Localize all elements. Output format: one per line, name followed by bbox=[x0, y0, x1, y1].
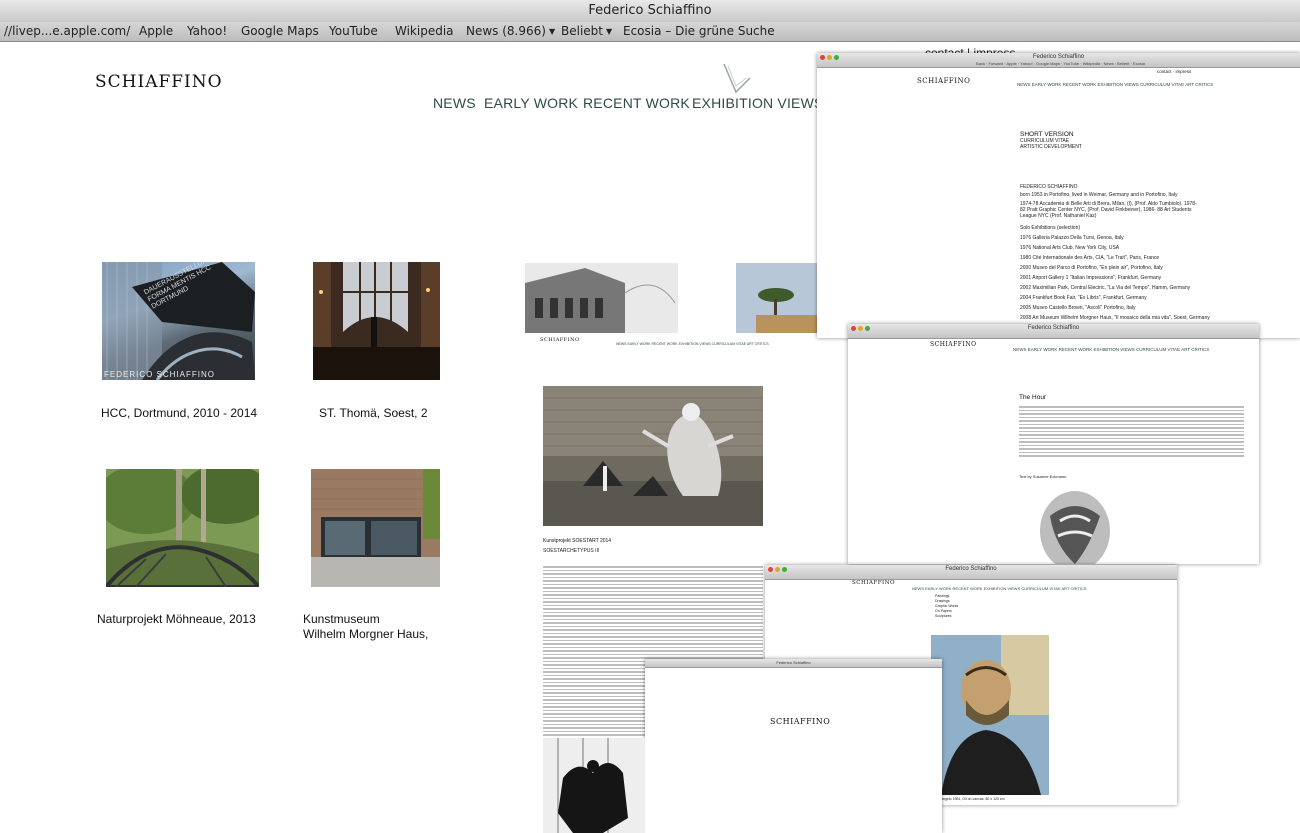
mini-window-title: Federico Schiaffino bbox=[945, 566, 997, 572]
mini-exhibition-item: 1980 Cité Internationale des Arts, CIA, … bbox=[1020, 255, 1160, 261]
mini-nav: NEWS EARLY WORK RECENT WORK EXHIBITION V… bbox=[616, 342, 769, 346]
mini-exhibition-item: 2005 Museo Castello Brown, "Ascoli" Port… bbox=[1020, 305, 1136, 311]
mini-logo: SCHIAFFINO bbox=[540, 337, 580, 343]
portrait-painting bbox=[931, 635, 1049, 795]
mini-logo: SCHIAFFINO bbox=[770, 717, 831, 726]
mini-soest-title: Kunstprojekt SOESTART 2014 bbox=[543, 538, 612, 544]
early-work-menu: Paintings Drawings Graphic Works On Pape… bbox=[935, 594, 958, 619]
bookmark-label: Wikipedia bbox=[395, 24, 454, 38]
nav-indicator-icon bbox=[723, 63, 751, 94]
mini-exhibition-item: 2004 Frankfurt Book Fair, "Ex Libris", F… bbox=[1020, 295, 1147, 301]
screenshot-curriculum-vitae: Federico Schiaffino Back · Forward · App… bbox=[817, 53, 1300, 338]
mini-soest-subtitle: SOESTARCHETYPUS III bbox=[543, 548, 600, 554]
bookmark-apple[interactable]: Apple bbox=[139, 23, 173, 40]
nav-news[interactable]: NEWS bbox=[433, 95, 476, 111]
mini-exhibition-item: 2000 Museo del Parco di Portofino, "En p… bbox=[1020, 265, 1163, 271]
nav-recent-work[interactable]: RECENT WORK bbox=[583, 95, 690, 111]
bookmark-google-maps[interactable]: Google Maps bbox=[241, 23, 319, 40]
mini-logo: SCHIAFFINO bbox=[852, 580, 896, 586]
mini-name: FEDERICO SCHIAFFINO bbox=[1020, 184, 1078, 190]
mini-exhibition-item: 1976 Galleria Palazzo Della Tursi, Genoa… bbox=[1020, 235, 1124, 241]
artwork-caption: Michelangelo 1981, Oil on canvas, 80 x 1… bbox=[931, 797, 1005, 801]
mini-bookmarks: Back · Forward · Apple · Yahoo! · Google… bbox=[976, 61, 1145, 66]
gallery-thumb-thomae[interactable] bbox=[313, 262, 440, 380]
gallery-caption-line2: Wilhelm Morgner Haus, bbox=[303, 627, 429, 641]
bookmark-label: Apple bbox=[139, 24, 174, 38]
mini-exhibition-item: 2002 Maximilian Park, Central Electric, … bbox=[1020, 285, 1191, 291]
window-title: Federico Schiaffino bbox=[588, 3, 712, 18]
gallery-caption[interactable]: Naturprojekt Möhneaue, 2013 bbox=[97, 612, 256, 626]
site-logo[interactable]: SCHIAFFINO bbox=[95, 72, 223, 92]
mini-nav: NEWS EARLY WORK RECENT WORK EXHIBITION V… bbox=[912, 586, 1087, 591]
body-text-lines bbox=[1019, 406, 1244, 459]
mini-solo-heading: Solo Exhibitions (selection) bbox=[1020, 225, 1081, 231]
mini-heading: SHORT VERSION bbox=[1020, 131, 1074, 138]
nature-project-photo bbox=[106, 469, 259, 587]
bookmark-beliebt[interactable]: Beliebt ▼ bbox=[561, 23, 612, 40]
mini-education: 1974-78 Accademia di Belle Arti di Brera… bbox=[1020, 201, 1197, 219]
mini-window-chrome: Federico Schiaffino bbox=[765, 565, 1177, 580]
dark-sculpture-photo bbox=[543, 738, 645, 833]
bookmark-news[interactable]: News (8.966) ▼ bbox=[466, 23, 555, 40]
window-title-bar: Federico Schiaffino bbox=[0, 0, 1300, 23]
gallery-caption[interactable]: Kunstmuseum bbox=[303, 612, 380, 626]
mini-top-links: contact · impress bbox=[1157, 69, 1192, 74]
mini-nav: NEWS EARLY WORK RECENT WORK EXHIBITION V… bbox=[1013, 347, 1210, 352]
mini-logo: SCHIAFFINO bbox=[917, 77, 971, 85]
bookmark-wikipedia[interactable]: Wikipedia bbox=[395, 23, 454, 40]
sketch-building-photo bbox=[525, 263, 678, 333]
bookmark-label: Ecosia – Die grüne Suche bbox=[623, 24, 775, 38]
mini-credit: Text by Susanne Eckmann bbox=[1019, 474, 1067, 479]
gallery-thumb-kunstmuseum[interactable] bbox=[311, 469, 440, 587]
gallery-thumb-hcc[interactable]: DAUERAUSSTELLUNG FORMA MENTIS HCC DORTMU… bbox=[102, 262, 255, 380]
signature-text: FEDERICO SCHIAFFINO bbox=[104, 370, 216, 379]
mini-window-chrome: Federico Schiaffino Back · Forward · App… bbox=[817, 53, 1300, 68]
bookmark-label: News (8.966) bbox=[466, 24, 546, 38]
museum-building-photo bbox=[311, 469, 440, 587]
bookmark-label: Beliebt bbox=[561, 24, 603, 38]
menu-item-sculptures: Sculptures bbox=[935, 614, 952, 618]
hour-sculpture-photo bbox=[1040, 491, 1110, 564]
mini-logo: SCHIAFFINO bbox=[930, 341, 977, 348]
mini-nav: NEWS EARLY WORK RECENT WORK EXHIBITION V… bbox=[1017, 82, 1214, 87]
gallery-thumb-building[interactable] bbox=[525, 263, 678, 333]
mini-window-title: Federico Schiaffino bbox=[776, 660, 811, 665]
mini-window-title: Federico Schiaffino bbox=[1027, 325, 1080, 331]
bookmarks-bar: //livep...e.apple.com/ Apple Yahoo! Goog… bbox=[0, 22, 1300, 42]
bookmark-label: //livep...e.apple.com/ bbox=[4, 24, 131, 38]
bookmark-label: Yahoo! bbox=[187, 24, 228, 38]
pine-tree-photo bbox=[736, 263, 818, 333]
soest-sculpture-photo bbox=[543, 386, 763, 526]
mini-heading: The Hour bbox=[1019, 394, 1047, 401]
screenshot-the-hour: Federico Schiaffino SCHIAFFINO NEWS EARL… bbox=[848, 324, 1259, 564]
mini-window-chrome: Federico Schiaffino bbox=[848, 324, 1259, 339]
mini-born: born 1953 in Portofino, lived in Weimar,… bbox=[1020, 192, 1178, 198]
gallery-thumb-moehneaue[interactable] bbox=[106, 469, 259, 587]
gallery-thumb-pine[interactable] bbox=[736, 263, 818, 333]
chevron-down-icon: ▼ bbox=[548, 27, 556, 36]
mini-window-chrome: Federico Schiaffino bbox=[645, 659, 942, 668]
bookmark-yahoo[interactable]: Yahoo! bbox=[187, 23, 227, 40]
mini-exhibition-item: 2001 Airport Gallery 1 "Italian Impressi… bbox=[1020, 275, 1162, 281]
bookmark-ecosia[interactable]: Ecosia – Die grüne Suche bbox=[623, 23, 775, 40]
mini-exhibition-item: 1976 National Arts Club, New York City, … bbox=[1020, 245, 1120, 251]
chevron-down-icon: ▼ bbox=[606, 27, 613, 36]
bookmark-label: YouTube bbox=[329, 24, 378, 38]
bookmark-youtube[interactable]: YouTube bbox=[329, 23, 378, 40]
bookmark-label: Google Maps bbox=[241, 24, 319, 38]
screenshot-bottom: Federico Schiaffino SCHIAFFINO bbox=[645, 659, 942, 833]
mini-exhibition-item: 2008 Art Museum Wilhelm Morgner Haus, "I… bbox=[1020, 315, 1210, 321]
mini-sub-artistic: ARTISTIC DEVELOPMENT bbox=[1020, 144, 1082, 150]
gallery-caption[interactable]: ST. Thomä, Soest, 2 bbox=[319, 406, 428, 420]
nav-exhibition-views[interactable]: EXHIBITION VIEWS bbox=[692, 95, 824, 111]
mini-window-title: Federico Schiaffino bbox=[1032, 54, 1085, 60]
nav-early-work[interactable]: EARLY WORK bbox=[484, 95, 578, 111]
church-interior-photo bbox=[313, 262, 440, 380]
bookmark-apple-live[interactable]: //livep...e.apple.com/ bbox=[4, 23, 130, 40]
gallery-caption[interactable]: HCC, Dortmund, 2010 - 2014 bbox=[101, 406, 257, 420]
